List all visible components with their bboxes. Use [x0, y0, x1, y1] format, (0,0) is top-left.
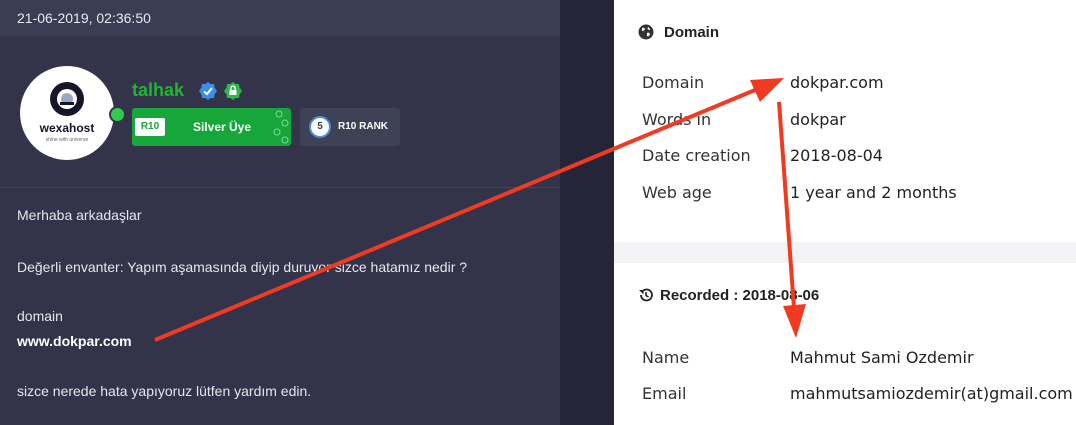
- whois-panel: Domain Domain dokpar.com Words in dokpar…: [614, 0, 1076, 425]
- row-label-web-age: Web age: [642, 183, 712, 202]
- message-greeting: Merhaba arkadaşlar: [17, 207, 142, 223]
- domain-card-title: Domain: [664, 24, 720, 41]
- avatar-brand: wexahost: [39, 121, 95, 135]
- row-label-email: Email: [642, 384, 687, 403]
- lock-badge-icon: [224, 82, 242, 100]
- row-value-domain: dokpar.com: [790, 73, 884, 92]
- window-gap: [560, 0, 614, 425]
- avatar[interactable]: wexahost shine with universe: [20, 66, 114, 160]
- rank-label: R10 RANK: [338, 121, 389, 132]
- row-label-domain: Domain: [642, 73, 705, 92]
- message-question: Değerli envanter: Yapım aşamasında diyip…: [17, 259, 468, 275]
- post-timestamp: 21-06-2019, 02:36:50: [17, 10, 151, 26]
- online-status-dot: [109, 106, 126, 123]
- globe-icon: [638, 24, 654, 40]
- rank-number: 5: [309, 116, 331, 138]
- history-icon: [639, 288, 653, 302]
- message-closing: sizce nerede hata yapıyoruz lütfen yardı…: [17, 383, 312, 399]
- badge-label: Silver Üye: [192, 120, 252, 134]
- row-value-email: mahmutsamiozdemir(at)gmail.com: [790, 384, 1073, 403]
- username[interactable]: talhak: [132, 80, 184, 101]
- badge-pattern-icon: [273, 110, 289, 144]
- row-value-name: Mahmut Sami Ozdemir: [790, 348, 974, 367]
- badge-code: R10: [135, 118, 165, 136]
- wexahost-logo-icon: [50, 82, 84, 116]
- row-label-date-creation: Date creation: [642, 146, 751, 165]
- row-value-web-age: 1 year and 2 months: [790, 183, 957, 202]
- row-label-words: Words in: [642, 110, 712, 129]
- message-domain-link[interactable]: www.dokpar.com: [17, 333, 132, 349]
- verified-check-icon: [199, 82, 217, 100]
- forum-post: 21-06-2019, 02:36:50 wexahost shine with…: [0, 0, 560, 425]
- message-domain-label: domain: [17, 308, 63, 324]
- avatar-tagline: shine with universe: [45, 137, 89, 143]
- post-divider: [0, 187, 560, 188]
- rank-badge: 5 R10 RANK: [300, 108, 400, 146]
- row-label-name: Name: [642, 348, 690, 367]
- post-header: 21-06-2019, 02:36:50: [0, 0, 560, 36]
- row-value-words: dokpar: [790, 110, 846, 129]
- silver-member-badge: R10 Silver Üye: [132, 108, 291, 146]
- domain-card: Domain Domain dokpar.com Words in dokpar…: [614, 0, 1076, 242]
- row-value-date-creation: 2018-08-04: [790, 146, 883, 165]
- recorded-card-title: Recorded : 2018-08-06: [660, 287, 820, 304]
